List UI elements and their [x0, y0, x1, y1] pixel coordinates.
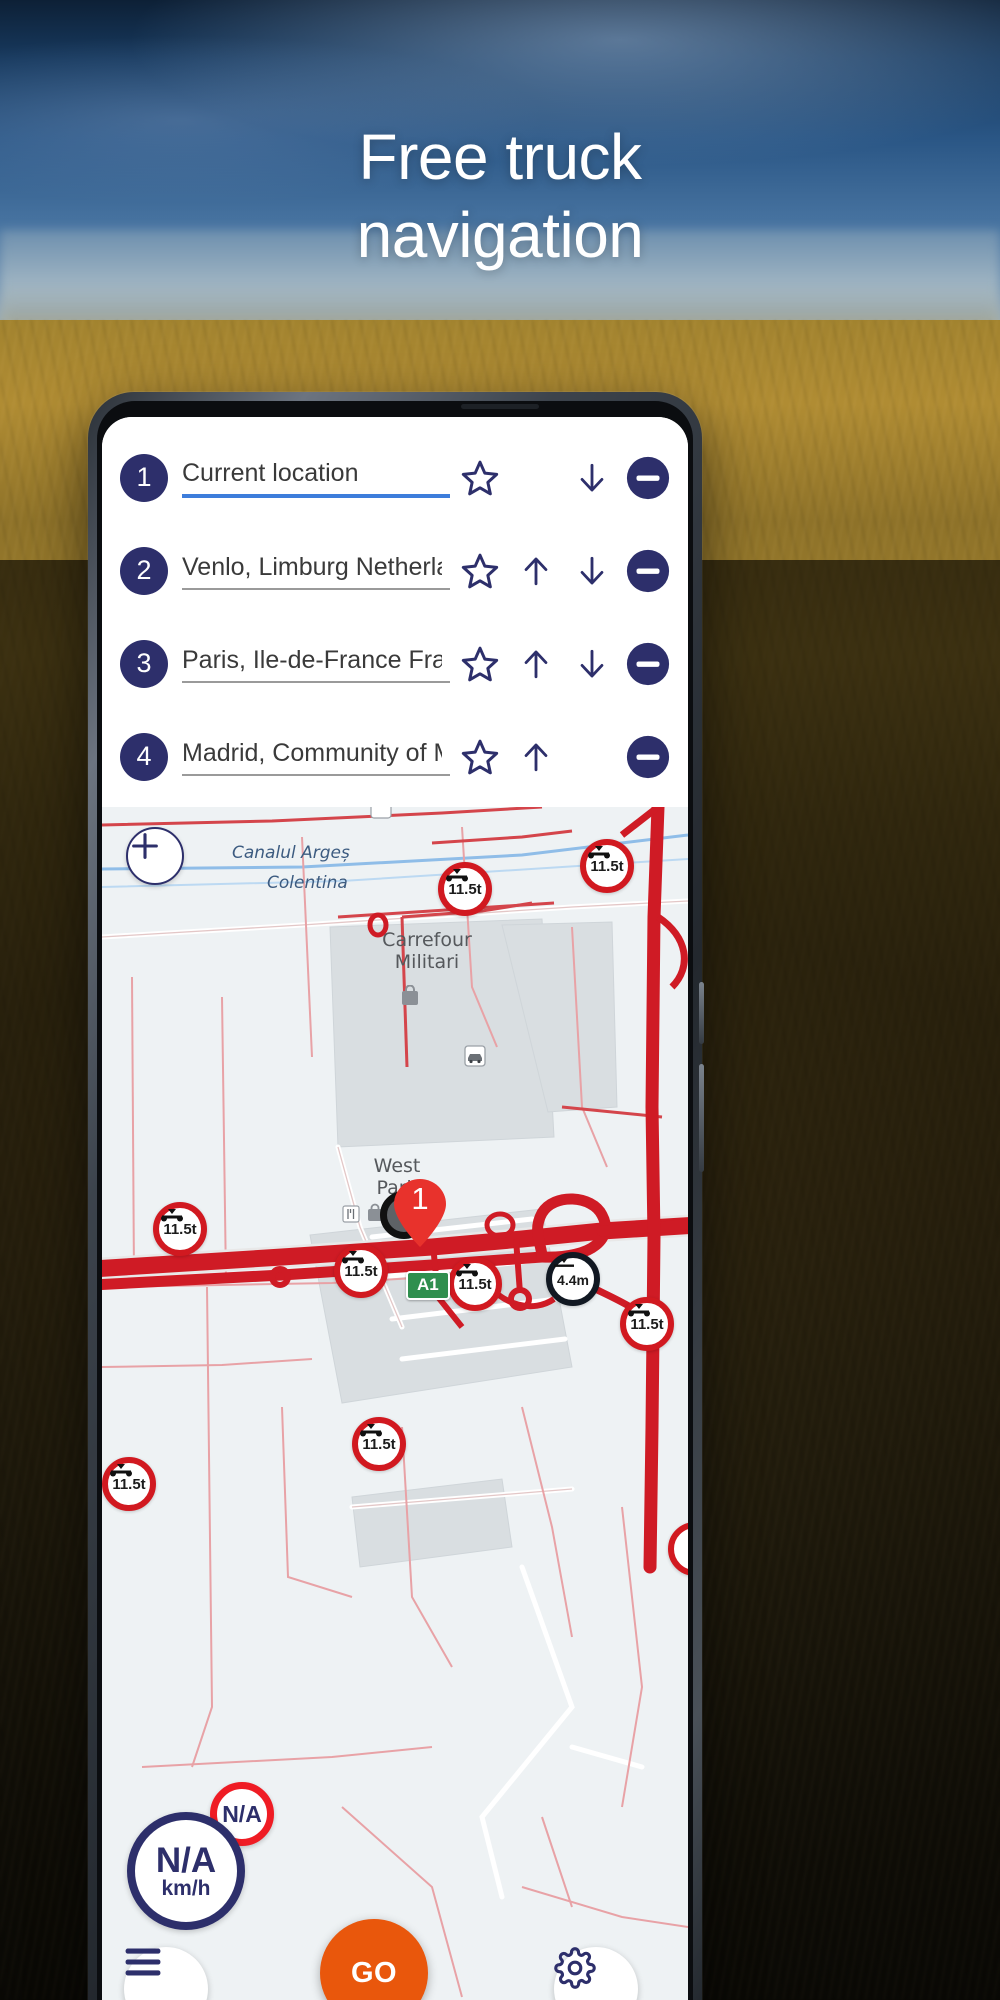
waypoint-row-2[interactable]: 2 Venlo, Limburg Netherlands — [102, 524, 688, 617]
move-down-icon — [564, 729, 620, 785]
page-title: Free truck navigation — [0, 118, 1000, 274]
waypoint-field-2[interactable]: Venlo, Limburg Netherlands — [182, 552, 450, 590]
axle-weight-icon — [446, 869, 468, 882]
waypoint-row-1[interactable]: 1 Current location — [102, 431, 688, 524]
water-label-canalul-arges: Canalul Argeș — [232, 843, 350, 863]
go-button-label: GO — [350, 1956, 398, 1989]
move-down-icon[interactable] — [564, 543, 620, 599]
waypoint-text: Venlo, Limburg Netherlands — [182, 552, 442, 581]
waypoint-field-3[interactable]: Paris, Ile-de-France France — [182, 645, 450, 683]
axle-weight-icon — [161, 1209, 183, 1222]
add-stop-button[interactable] — [126, 827, 184, 885]
remove-waypoint-icon[interactable] — [620, 543, 676, 599]
waypoint-underline — [182, 680, 450, 683]
waypoint-underline — [182, 587, 450, 590]
headline-line-2: navigation — [356, 199, 644, 271]
axle-weight-icon — [628, 1304, 650, 1317]
headline-line-1: Free truck — [358, 121, 642, 193]
height-limit-icon — [554, 1259, 574, 1267]
favorite-star-icon[interactable] — [452, 636, 508, 692]
restriction-sign-weight[interactable]: 11.5t — [102, 1457, 156, 1511]
waypoint-number-badge: 4 — [120, 732, 168, 781]
move-up-icon — [508, 450, 564, 506]
axle-weight-icon — [456, 1264, 478, 1277]
restriction-sign-weight[interactable]: 11.5t — [448, 1257, 502, 1311]
phone-screen: 1 Current location 2 Venlo, Limburg Neth… — [102, 417, 688, 2000]
restriction-sign-weight[interactable]: 11.5t — [438, 862, 492, 916]
destination-pin-number: 1 — [411, 1181, 429, 1216]
waypoint-field-1[interactable]: Current location — [182, 458, 450, 498]
waypoint-row-4[interactable]: 4 Madrid, Community of Madrid — [102, 710, 688, 803]
waypoint-text: Current location — [182, 458, 359, 487]
restriction-sign-weight[interactable]: 11.5t — [352, 1417, 406, 1471]
current-speed-value: N/A — [155, 1840, 217, 1880]
move-up-icon[interactable] — [508, 636, 564, 692]
waypoint-number-badge: 3 — [120, 639, 168, 688]
restriction-sign-weight[interactable]: 11.5t — [580, 839, 634, 893]
axle-weight-icon — [110, 1464, 132, 1477]
highway-shield-a1: A1 — [406, 1271, 450, 1300]
restaurant-poi-icon — [342, 1205, 360, 1223]
restriction-sign-height[interactable]: 4.4m — [546, 1252, 600, 1306]
water-label-colentina: Colentina — [267, 873, 348, 893]
waypoint-number-badge: 1 — [120, 453, 168, 502]
axle-weight-icon — [360, 1424, 382, 1437]
hamburger-menu-icon — [125, 1948, 161, 1976]
remove-waypoint-icon[interactable] — [620, 729, 676, 785]
gear-icon — [554, 1947, 596, 1989]
waypoint-row-3[interactable]: 3 Paris, Ile-de-France France — [102, 617, 688, 710]
move-down-icon[interactable] — [564, 450, 620, 506]
favorite-star-icon[interactable] — [452, 729, 508, 785]
plus-icon — [132, 833, 158, 859]
waypoint-underline-active — [182, 493, 450, 498]
move-up-icon[interactable] — [508, 729, 564, 785]
shopping-bag-poi-icon — [402, 985, 418, 1005]
axle-weight-icon — [342, 1251, 364, 1264]
restriction-sign-weight[interactable]: 11.5t — [153, 1202, 207, 1256]
waypoint-text: Paris, Ile-de-France France — [182, 645, 442, 674]
speedometer-widget: N/A km/h — [127, 1812, 245, 1930]
phone-power-button — [699, 1064, 704, 1172]
remove-waypoint-icon[interactable] — [620, 636, 676, 692]
restriction-sign-weight[interactable]: 11.5t — [334, 1244, 388, 1298]
map-view[interactable]: Canalul Argeș Colentina Carrefour Milita… — [102, 807, 688, 2000]
waypoint-number-badge: 2 — [120, 546, 168, 595]
waypoint-list: 1 Current location 2 Venlo, Limburg Neth… — [102, 417, 688, 807]
remove-waypoint-icon[interactable] — [620, 450, 676, 506]
restriction-sign-weight[interactable]: 11.5t — [620, 1297, 674, 1351]
move-down-icon[interactable] — [564, 636, 620, 692]
speed-unit-label: km/h — [161, 1876, 211, 1900]
phone-volume-button — [699, 982, 704, 1044]
waypoint-text: Madrid, Community of Madrid — [182, 738, 442, 767]
axle-weight-icon — [588, 846, 610, 859]
move-up-icon[interactable] — [508, 543, 564, 599]
poi-label-carrefour: Carrefour Militari — [382, 929, 472, 973]
favorite-star-icon[interactable] — [452, 543, 508, 599]
phone-speaker — [461, 404, 539, 409]
waypoint-field-4[interactable]: Madrid, Community of Madrid — [182, 738, 450, 776]
favorite-star-icon[interactable] — [452, 450, 508, 506]
fuel-poi-icon — [370, 807, 392, 819]
car-poi-icon — [464, 1045, 486, 1067]
waypoint-underline — [182, 773, 450, 776]
